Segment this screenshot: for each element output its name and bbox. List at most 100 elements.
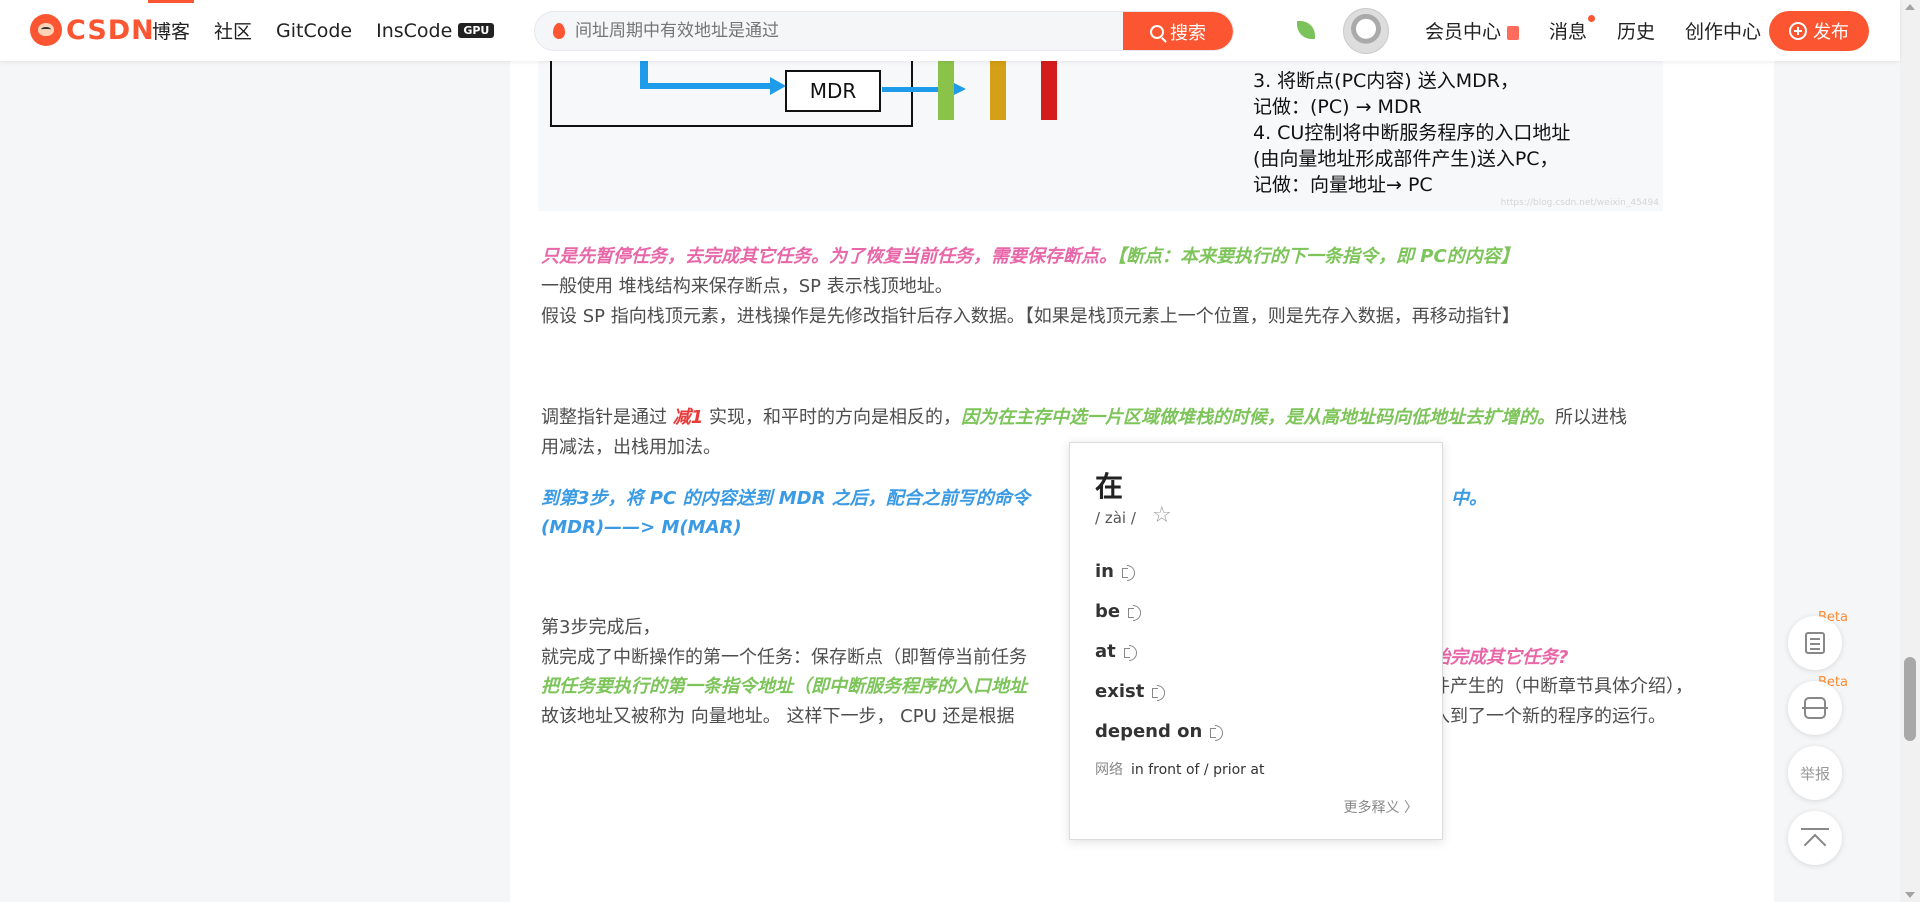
dict-definition: at <box>1095 641 1144 662</box>
nav-inscode[interactable]: InsCode GPU <box>376 0 495 61</box>
logo-text: CSDN <box>66 14 155 46</box>
paragraph: 一般使用 堆栈结构来保存断点，SP 表示栈顶地址。 <box>541 276 953 297</box>
list-icon <box>1805 632 1825 654</box>
paragraph: 调整指针是通过 减1 实现，和平时的方向是相反的，因为在主存中选一片区域做堆栈的… <box>541 403 1627 433</box>
search-button-label: 搜索 <box>1170 23 1206 44</box>
gift-icon <box>1507 25 1520 40</box>
nav-blog[interactable]: 博客 <box>147 0 195 61</box>
speaker-icon[interactable] <box>1152 684 1172 701</box>
page-scrollbar[interactable] <box>1900 0 1920 902</box>
scroll-thumb[interactable] <box>1904 657 1916 741</box>
search-input[interactable] <box>575 12 1045 50</box>
more-definitions-link[interactable]: 更多释义 〉 <box>1344 797 1418 817</box>
scroll-down-arrow-icon[interactable] <box>1905 892 1915 898</box>
dict-definition: in <box>1095 561 1142 582</box>
arrow-head-icon <box>770 77 786 95</box>
user-nav: 会员中心 消息 历史 创作中心 <box>1425 0 1761 61</box>
member-center-label: 会员中心 <box>1425 21 1502 43</box>
network-label: 网络 <box>1095 762 1123 778</box>
top-navbar: CSDN 博客 社区 GitCode InsCode GPU 搜索 会员中心 消… <box>0 0 1900 61</box>
csdn-logo[interactable]: CSDN <box>30 14 155 46</box>
text-span: 件产生的（中断章节具体介绍）， <box>1432 676 1693 697</box>
star-icon[interactable]: ☆ <box>1152 505 1172 527</box>
dict-network-definition: 网络 in front of / prior at <box>1095 759 1264 779</box>
avatar[interactable] <box>1343 8 1389 54</box>
highlight-green: 因为在主存中选一片区域做堆栈的时候，是从高地址码向低地址去扩增的。 <box>961 407 1555 428</box>
network-value: in front of / prior at <box>1131 762 1265 778</box>
leaf-icon[interactable] <box>1297 21 1315 39</box>
caption-line: 3. 将断点(PC内容) 送入MDR， <box>1253 70 1519 92</box>
memory-bar-green <box>938 61 954 120</box>
paragraph: 故该地址又被称为 向量地址。 这样下一步， CPU 还是根据 入到了一个新的程序的… <box>541 702 1666 732</box>
dict-headword: 在 <box>1095 470 1124 503</box>
definition-text: at <box>1095 641 1116 662</box>
publish-button[interactable]: 发布 <box>1769 11 1869 51</box>
paragraph: 假设 SP 指向栈顶元素，进栈操作是先修改指针后存入数据。【如果是栈顶元素上一个… <box>541 306 1520 327</box>
scan-tool-button[interactable] <box>1788 681 1842 735</box>
diagram-caption: 3. 将断点(PC内容) 送入MDR， 记做：(PC) → MDR 4. CU控… <box>1253 68 1570 198</box>
search-button[interactable]: 搜索 <box>1123 12 1233 50</box>
speaker-icon[interactable] <box>1210 724 1230 741</box>
paragraph: 就完成了中断操作的第一个任务：保存断点（即暂停当前任务 始完成其它任务? <box>541 643 1568 673</box>
scroll-up-arrow-icon[interactable] <box>1905 4 1915 10</box>
gpu-badge: GPU <box>458 23 495 38</box>
paragraph: 用减法，出栈用加法。 <box>541 437 721 458</box>
text-span: 到第3步，将 PC 的内容送到 MDR 之后，配合之前写的命令 <box>541 488 1030 509</box>
interrupt-diagram-image: MDR 3. 将断点(PC内容) 送入MDR， 记做：(PC) → MDR 4.… <box>538 61 1663 211</box>
highlight-pink: 只是先暂停任务，去完成其它任务。为了恢复当前任务，需要保存断点。 <box>541 246 1117 267</box>
notification-dot <box>1588 15 1596 22</box>
speaker-icon[interactable] <box>1123 644 1144 661</box>
text-span: 故该地址又被称为 向量地址。 这样下一步， CPU 还是根据 <box>541 706 1015 727</box>
history-link[interactable]: 历史 <box>1617 17 1655 44</box>
highlight-pink: 始完成其它任务? <box>1432 647 1569 668</box>
back-to-top-button[interactable] <box>1788 811 1842 865</box>
back-to-top-icon <box>1801 828 1829 848</box>
text-span: 调整指针是通过 <box>541 407 673 428</box>
publish-label: 发布 <box>1813 22 1849 43</box>
csdn-mascot-icon <box>30 14 62 46</box>
memory-bar-yellow <box>990 61 1006 120</box>
highlight-red: 减1 <box>672 407 704 428</box>
memory-bar-red <box>1041 61 1057 120</box>
speaker-icon[interactable] <box>1128 604 1148 621</box>
text-span: 入到了一个新的程序的运行。 <box>1432 706 1666 727</box>
dict-definition: depend on <box>1095 721 1230 742</box>
report-button[interactable]: 举报 <box>1788 746 1842 800</box>
text-span: 所以进栈 <box>1555 407 1627 428</box>
caption-line: 记做：(PC) → MDR <box>1253 96 1422 118</box>
highlight-green: 把任务要执行的第一条指令地址（即中断服务程序的入口地址 <box>541 676 1027 697</box>
image-watermark: https://blog.csdn.net/weixin_45494 <box>1500 198 1659 208</box>
dictionary-popup: 在 / zài / ☆ in be at exist depend on 网络 i… <box>1069 442 1443 840</box>
highlight-green: 【断点：本来要执行的下一条指令，即 PC的内容】 <box>1117 246 1519 267</box>
mdr-register: MDR <box>785 70 881 112</box>
caption-line: 4. CU控制将中断服务程序的入口地址 <box>1253 122 1571 144</box>
dict-pinyin: / zài / <box>1095 509 1136 527</box>
definition-text: exist <box>1095 681 1145 702</box>
speaker-icon[interactable] <box>1121 564 1142 581</box>
nav-inscode-label: InsCode <box>376 19 453 42</box>
paragraph: 只是先暂停任务，去完成其它任务。为了恢复当前任务，需要保存断点。【断点：本来要执… <box>541 242 1519 272</box>
dict-definition: exist <box>1095 681 1172 702</box>
nav-community[interactable]: 社区 <box>214 0 252 61</box>
hot-fire-icon <box>553 23 565 39</box>
main-nav: 博客 社区 GitCode InsCode GPU <box>147 0 495 61</box>
nav-gitcode[interactable]: GitCode <box>276 0 352 61</box>
member-center[interactable]: 会员中心 <box>1425 17 1520 44</box>
creation-center-link[interactable]: 创作中心 <box>1685 17 1761 44</box>
messages-link[interactable]: 消息 <box>1549 15 1596 44</box>
text-span: 就完成了中断操作的第一个任务：保存断点（即暂停当前任务 <box>541 647 1027 668</box>
scan-icon <box>1802 697 1828 719</box>
dict-definition: be <box>1095 601 1148 622</box>
definition-text: depend on <box>1095 721 1203 742</box>
outline-tool-button[interactable] <box>1788 616 1842 670</box>
messages-label: 消息 <box>1549 21 1588 43</box>
paragraph: 第3步完成后， <box>541 617 661 638</box>
search-icon <box>1150 25 1164 39</box>
data-path-to-mdr <box>640 83 772 89</box>
plus-circle-icon <box>1789 22 1807 40</box>
paragraph: 把任务要执行的第一条指令地址（即中断服务程序的入口地址 件产生的（中断章节具体介绍… <box>541 672 1693 702</box>
search-bar: 搜索 <box>534 11 1234 51</box>
definition-text: in <box>1095 561 1114 582</box>
caption-line: 记做：向量地址→ PC <box>1253 174 1433 196</box>
paragraph-blue: 到第3步，将 PC 的内容送到 MDR 之后，配合之前写的命令 中。 <box>541 484 1487 514</box>
